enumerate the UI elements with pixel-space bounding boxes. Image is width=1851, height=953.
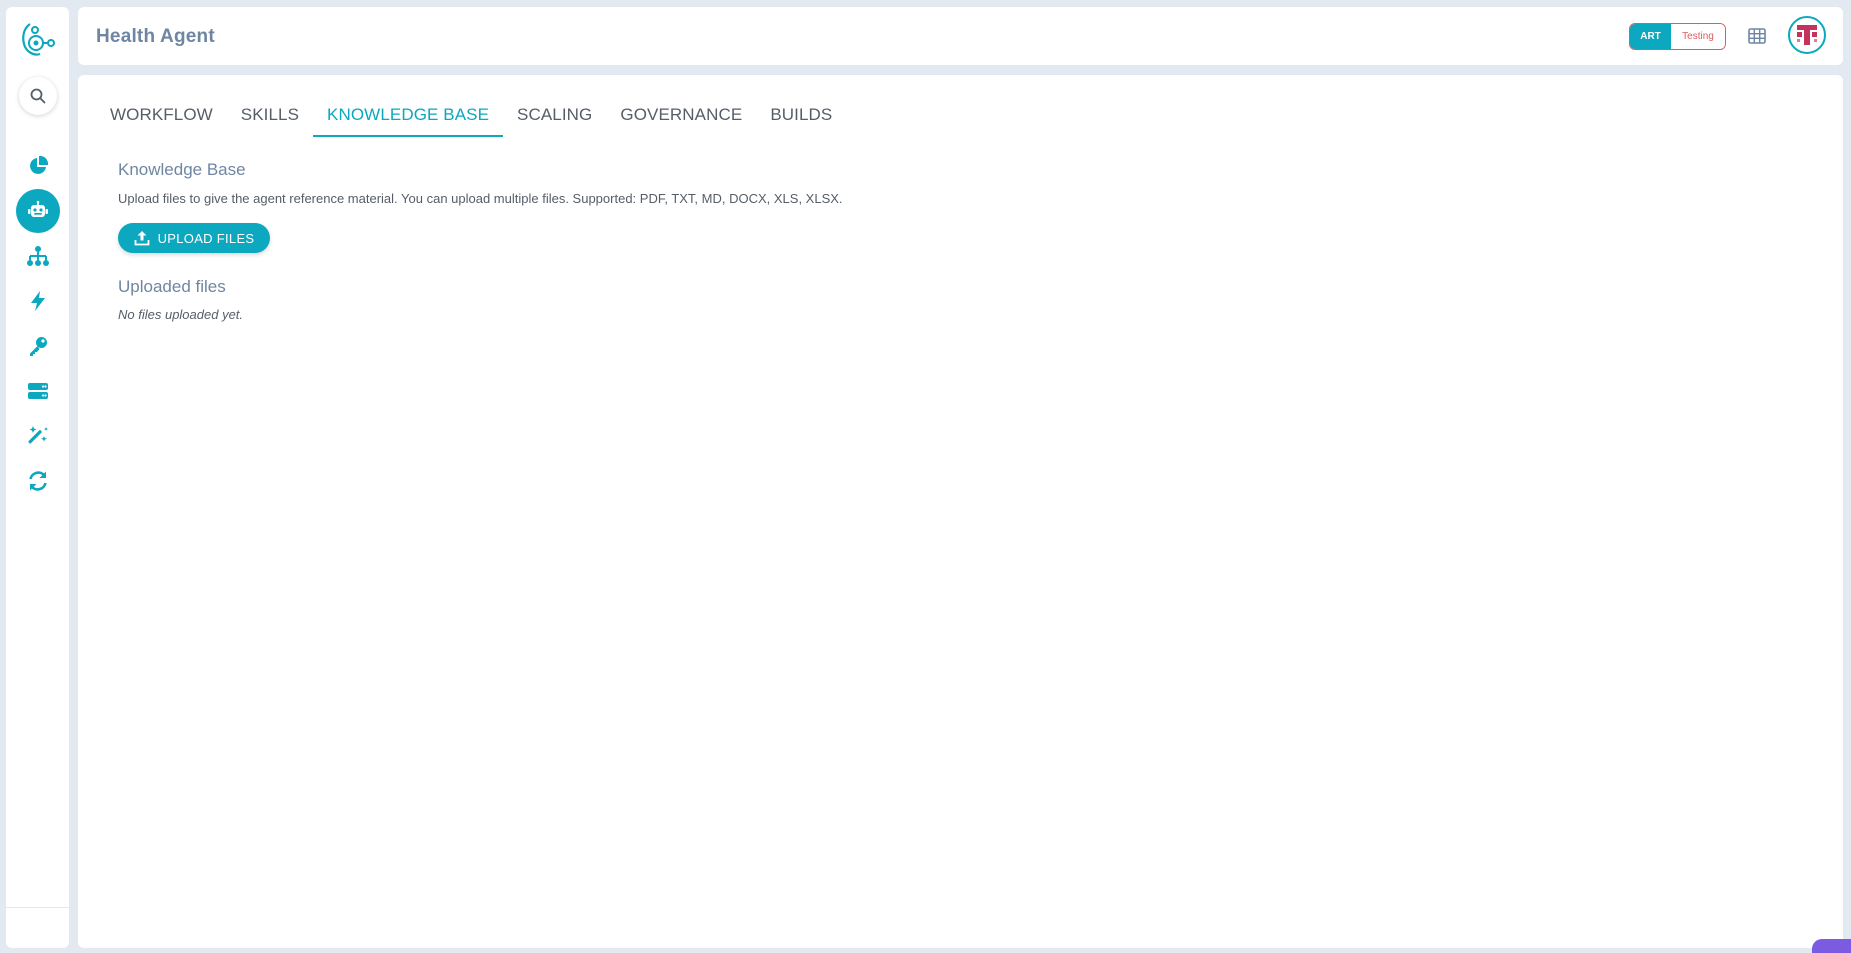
environment-toggle[interactable]: ART Testing xyxy=(1629,23,1726,50)
sidebar-item-magic[interactable] xyxy=(6,413,69,458)
tab-builds[interactable]: BUILDS xyxy=(756,101,846,137)
upload-icon xyxy=(134,231,149,246)
apps-grid-button[interactable] xyxy=(1746,25,1768,47)
pie-chart-icon xyxy=(29,155,48,174)
robot-icon xyxy=(27,200,48,217)
server-icon xyxy=(27,382,48,399)
bolt-icon xyxy=(30,290,45,311)
magic-wand-icon xyxy=(27,425,48,444)
upload-files-label: UPLOAD FILES xyxy=(157,230,255,246)
user-avatar[interactable] xyxy=(1788,16,1826,54)
help-widget-tab[interactable] xyxy=(1812,939,1851,953)
sitemap-icon xyxy=(26,245,49,266)
uploaded-files-heading: Uploaded files xyxy=(118,277,226,296)
no-files-message: No files uploaded yet. xyxy=(118,307,244,322)
sidebar-divider xyxy=(6,907,69,908)
sidebar-item-sync[interactable] xyxy=(6,458,69,503)
upload-files-button[interactable]: UPLOAD FILES xyxy=(118,223,270,253)
tab-scaling[interactable]: SCALING xyxy=(503,101,606,137)
key-icon xyxy=(29,336,47,356)
app-logo-icon[interactable] xyxy=(20,20,56,60)
tab-bar: WORKFLOW SKILLS KNOWLEDGE BASE SCALING G… xyxy=(96,101,846,137)
knowledge-base-heading: Knowledge Base xyxy=(118,160,246,179)
sync-icon xyxy=(28,470,47,491)
search-button[interactable] xyxy=(19,77,57,115)
tab-workflow[interactable]: WORKFLOW xyxy=(96,101,227,137)
page-title: Health Agent xyxy=(96,26,215,47)
sidebar-item-agents[interactable] xyxy=(6,188,69,233)
avatar-identicon-icon xyxy=(1797,25,1817,45)
sidebar-item-keys[interactable] xyxy=(6,323,69,368)
sidebar-item-analytics[interactable] xyxy=(6,143,69,188)
sidebar-item-servers[interactable] xyxy=(6,368,69,413)
sidebar xyxy=(6,7,69,948)
env-testing-option[interactable]: Testing xyxy=(1671,24,1725,49)
table-grid-icon xyxy=(1748,28,1766,44)
top-header: Health Agent ART Testing xyxy=(78,7,1843,65)
tab-governance[interactable]: GOVERNANCE xyxy=(606,101,756,137)
sidebar-item-triggers[interactable] xyxy=(6,278,69,323)
sidebar-nav xyxy=(6,143,69,503)
sidebar-item-hierarchy[interactable] xyxy=(6,233,69,278)
main-panel: WORKFLOW SKILLS KNOWLEDGE BASE SCALING G… xyxy=(78,75,1843,948)
env-art-option[interactable]: ART xyxy=(1630,24,1671,49)
tab-knowledge-base[interactable]: KNOWLEDGE BASE xyxy=(313,101,504,137)
knowledge-base-description: Upload files to give the agent reference… xyxy=(118,191,843,206)
tab-skills[interactable]: SKILLS xyxy=(227,101,313,137)
search-icon xyxy=(30,88,46,104)
